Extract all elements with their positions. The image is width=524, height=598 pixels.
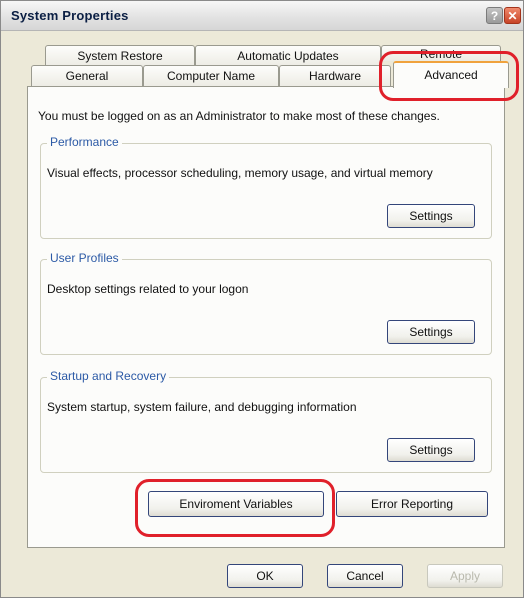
- startup-recovery-description: System startup, system failure, and debu…: [47, 400, 357, 414]
- user-profiles-settings-button[interactable]: Settings: [387, 320, 475, 344]
- ok-button[interactable]: OK: [227, 564, 303, 588]
- advanced-tab-panel: You must be logged on as an Administrato…: [27, 86, 505, 548]
- help-icon[interactable]: ?: [486, 7, 503, 24]
- tab-general[interactable]: General: [31, 65, 143, 87]
- system-properties-window: System Properties ? ✕ System Restore Aut…: [0, 0, 524, 598]
- close-icon[interactable]: ✕: [504, 7, 521, 24]
- cancel-button[interactable]: Cancel: [327, 564, 403, 588]
- tab-automatic-updates[interactable]: Automatic Updates: [195, 45, 381, 67]
- startup-recovery-settings-button[interactable]: Settings: [387, 438, 475, 462]
- tab-remote[interactable]: Remote: [381, 45, 501, 61]
- ok-label: OK: [256, 569, 274, 583]
- performance-description: Visual effects, processor scheduling, me…: [47, 166, 433, 180]
- apply-button[interactable]: Apply: [427, 564, 503, 588]
- environment-variables-button[interactable]: Enviroment Variables: [148, 491, 324, 517]
- environment-variables-label: Enviroment Variables: [179, 497, 293, 511]
- tab-hardware[interactable]: Hardware: [279, 65, 391, 87]
- window-title: System Properties: [11, 8, 129, 23]
- admin-notice: You must be logged on as an Administrato…: [38, 109, 440, 123]
- performance-label: Performance: [47, 135, 122, 149]
- performance-settings-label: Settings: [409, 209, 453, 223]
- performance-settings-button[interactable]: Settings: [387, 204, 475, 228]
- tab-system-restore[interactable]: System Restore: [45, 45, 195, 67]
- error-reporting-button[interactable]: Error Reporting: [336, 491, 488, 517]
- user-profiles-settings-label: Settings: [409, 325, 453, 339]
- tab-advanced[interactable]: Advanced: [393, 61, 509, 88]
- startup-recovery-settings-label: Settings: [409, 443, 453, 457]
- performance-group: Performance Visual effects, processor sc…: [40, 135, 492, 239]
- user-profiles-label: User Profiles: [47, 251, 122, 265]
- startup-recovery-group: Startup and Recovery System startup, sys…: [40, 369, 492, 473]
- error-reporting-label: Error Reporting: [370, 497, 454, 511]
- apply-label: Apply: [449, 569, 481, 583]
- tab-computer-name[interactable]: Computer Name: [143, 65, 279, 87]
- cancel-label: Cancel: [346, 569, 384, 583]
- startup-recovery-label: Startup and Recovery: [47, 369, 170, 383]
- title-bar[interactable]: System Properties ? ✕: [1, 1, 523, 31]
- user-profiles-description: Desktop settings related to your logon: [47, 282, 249, 296]
- user-profiles-group: User Profiles Desktop settings related t…: [40, 251, 492, 355]
